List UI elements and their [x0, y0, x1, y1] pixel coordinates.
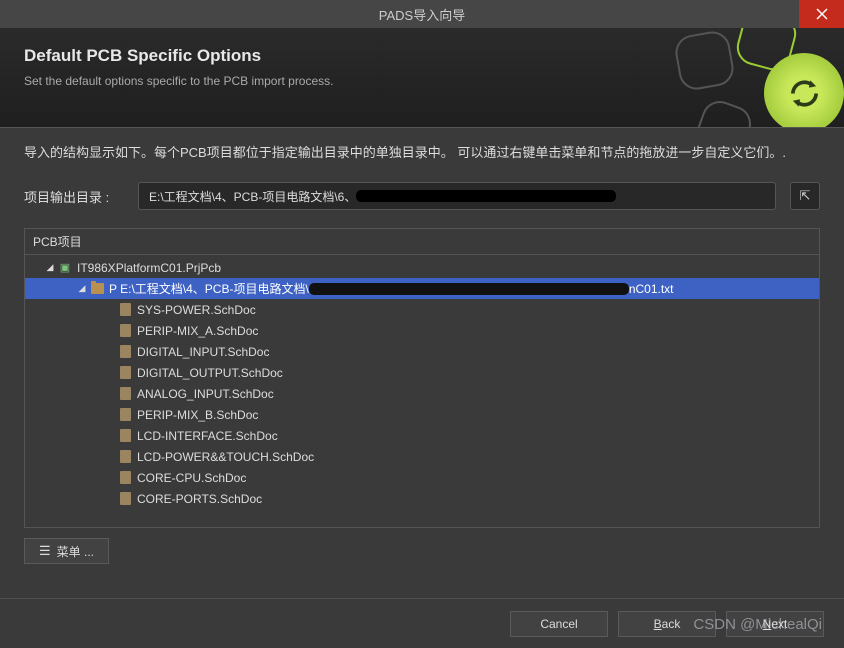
tree-item-label: CORE-CPU.SchDoc — [137, 471, 246, 485]
menu-icon: ☰ — [39, 543, 51, 559]
document-icon — [117, 345, 133, 359]
header-graphic — [659, 28, 844, 128]
folder-icon — [89, 282, 105, 296]
content-area: 导入的结构显示如下。每个PCB项目都位于指定输出目录中的单独目录中。 可以通过右… — [0, 128, 844, 578]
tree-item-label: PERIP-MIX_B.SchDoc — [137, 408, 258, 422]
output-directory-row: 项目输出目录 : E:\工程文档\4、PCB-项目电路文档\6、 ⇱ — [24, 182, 820, 210]
document-icon — [117, 471, 133, 485]
tree-item-row[interactable]: CORE-CPU.SchDoc — [25, 467, 819, 488]
browse-icon: ⇱ — [800, 188, 811, 204]
tree-item-row[interactable]: LCD-INTERFACE.SchDoc — [25, 425, 819, 446]
output-directory-label: 项目输出目录 : — [24, 187, 124, 206]
sync-icon — [787, 76, 822, 111]
tree-item-row[interactable]: LCD-POWER&&TOUCH.SchDoc — [25, 446, 819, 467]
tree-item-label: CORE-PORTS.SchDoc — [137, 492, 262, 506]
browse-button[interactable]: ⇱ — [790, 182, 820, 210]
tree-item-row[interactable]: DIGITAL_INPUT.SchDoc — [25, 341, 819, 362]
pcb-project-tree: PCB项目 ◢ ▣ IT986XPlatformC01.PrjPcb ◢ P E… — [24, 228, 820, 528]
back-button[interactable]: Back — [618, 611, 716, 637]
document-icon — [117, 366, 133, 380]
tree-item-label: PERIP-MIX_A.SchDoc — [137, 324, 258, 338]
tree-item-label: SYS-POWER.SchDoc — [137, 303, 256, 317]
tree-folder-row[interactable]: ◢ P E:\工程文档\4、PCB-项目电路文档\nC01.txt — [25, 278, 819, 299]
document-icon — [117, 450, 133, 464]
tree-project-label: IT986XPlatformC01.PrjPcb — [77, 261, 221, 275]
document-icon — [117, 408, 133, 422]
redacted-text — [356, 190, 616, 202]
tree-header: PCB项目 — [25, 229, 819, 255]
collapse-icon[interactable]: ◢ — [75, 283, 89, 294]
output-directory-input[interactable]: E:\工程文档\4、PCB-项目电路文档\6、 — [138, 182, 776, 210]
next-button[interactable]: Next — [726, 611, 824, 637]
menu-label: 菜单 ... — [57, 543, 94, 560]
close-icon — [816, 8, 828, 20]
window-title: PADS导入向导 — [379, 5, 465, 24]
document-icon — [117, 492, 133, 506]
tree-item-label: LCD-POWER&&TOUCH.SchDoc — [137, 450, 314, 464]
cancel-button[interactable]: Cancel — [510, 611, 608, 637]
tree-item-row[interactable]: PERIP-MIX_B.SchDoc — [25, 404, 819, 425]
tree-item-label: ANALOG_INPUT.SchDoc — [137, 387, 274, 401]
tree-body[interactable]: ◢ ▣ IT986XPlatformC01.PrjPcb ◢ P E:\工程文档… — [25, 255, 819, 527]
tree-item-label: DIGITAL_INPUT.SchDoc — [137, 345, 269, 359]
project-icon: ▣ — [57, 261, 73, 275]
titlebar: PADS导入向导 — [0, 0, 844, 28]
menu-button[interactable]: ☰ 菜单 ... — [24, 538, 109, 564]
document-icon — [117, 324, 133, 338]
wizard-header: Default PCB Specific Options Set the def… — [0, 28, 844, 128]
tree-item-row[interactable]: PERIP-MIX_A.SchDoc — [25, 320, 819, 341]
redacted-text — [309, 283, 629, 295]
wizard-footer: Cancel Back Next — [0, 598, 844, 648]
tree-project-row[interactable]: ◢ ▣ IT986XPlatformC01.PrjPcb — [25, 257, 819, 278]
intro-text: 导入的结构显示如下。每个PCB项目都位于指定输出目录中的单独目录中。 可以通过右… — [24, 142, 820, 164]
collapse-icon[interactable]: ◢ — [43, 262, 57, 273]
tree-item-label: LCD-INTERFACE.SchDoc — [137, 429, 278, 443]
document-icon — [117, 387, 133, 401]
tree-item-row[interactable]: CORE-PORTS.SchDoc — [25, 488, 819, 509]
tree-item-row[interactable]: ANALOG_INPUT.SchDoc — [25, 383, 819, 404]
close-button[interactable] — [799, 0, 844, 28]
tree-item-row[interactable]: SYS-POWER.SchDoc — [25, 299, 819, 320]
tree-item-label: DIGITAL_OUTPUT.SchDoc — [137, 366, 283, 380]
tree-item-row[interactable]: DIGITAL_OUTPUT.SchDoc — [25, 362, 819, 383]
document-icon — [117, 429, 133, 443]
document-icon — [117, 303, 133, 317]
